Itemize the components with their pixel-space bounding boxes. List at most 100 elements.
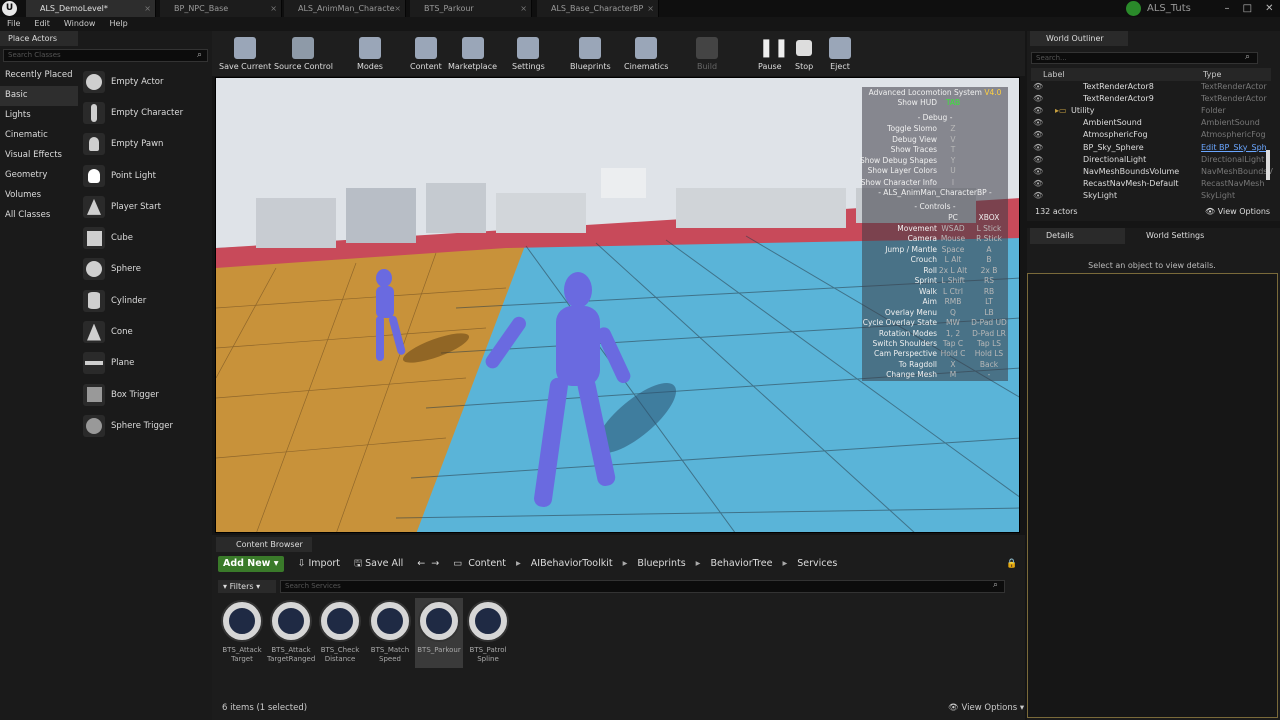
actor-cylinder[interactable]: Cylinder (80, 285, 210, 316)
actor-cube[interactable]: Cube (80, 222, 210, 253)
settings-button[interactable]: Settings (512, 37, 545, 71)
asset-tile[interactable]: BTS_Match Speed (366, 598, 414, 668)
asset-tile[interactable]: BTS_Parkour (415, 598, 463, 668)
category-geometry[interactable]: Geometry (0, 166, 78, 186)
menu-edit[interactable]: Edit (34, 17, 50, 31)
actor-player-start[interactable]: Player Start (80, 191, 210, 222)
tab-als-demolevel[interactable]: ALS_DemoLevel* × (26, 0, 156, 17)
close-icon[interactable]: × (270, 0, 277, 17)
tab-als-base-characterbp[interactable]: ALS_Base_CharacterBP × (537, 0, 659, 17)
close-icon[interactable]: × (394, 0, 401, 17)
category-volumes[interactable]: Volumes (0, 186, 78, 206)
modes-button[interactable]: Modes (357, 37, 383, 71)
visibility-eye-icon[interactable]: 👁 (1033, 81, 1043, 93)
breadcrumb-services[interactable]: Services (797, 558, 837, 569)
asset-tile[interactable]: BTS_Attack Target (218, 598, 266, 668)
outliner-row[interactable]: 👁 BP_Sky_Sphere Edit BP_Sky_Sph (1031, 142, 1271, 154)
category-lights[interactable]: Lights (0, 106, 78, 126)
forward-arrow-icon[interactable]: → (431, 558, 439, 569)
filters-button[interactable]: ▾ Filters ▾ (218, 580, 276, 593)
outliner-row-type[interactable]: Edit BP_Sky_Sph (1201, 142, 1267, 154)
visibility-eye-icon[interactable]: 👁 (1033, 93, 1043, 105)
outliner-col-type[interactable]: Type (1203, 68, 1221, 81)
tab-bp-npc-base[interactable]: BP_NPC_Base × (160, 0, 282, 17)
stop-button[interactable]: Stop (795, 37, 813, 71)
world-settings-tab[interactable]: World Settings (1130, 228, 1225, 244)
outliner-col-label[interactable]: Label (1043, 68, 1065, 81)
minimize-icon[interactable]: – (1225, 0, 1230, 17)
outliner-row[interactable]: 👁 SkyLight SkyLight (1031, 190, 1271, 202)
outliner-view-options-button[interactable]: 👁 View Options (1205, 207, 1270, 216)
outliner-row[interactable]: 👁 TextRenderActor8 TextRenderActor (1031, 81, 1271, 93)
import-button[interactable]: ⇩ Import (298, 558, 341, 569)
blueprints-button[interactable]: Blueprints (570, 37, 611, 71)
actor-sphere-trigger[interactable]: Sphere Trigger (80, 410, 210, 441)
outliner-row[interactable]: 👁 AmbientSound AmbientSound (1031, 117, 1271, 129)
cinematics-button[interactable]: Cinematics (624, 37, 668, 71)
asset-tile[interactable]: BTS_Attack TargetRanged (267, 598, 315, 668)
save-current-button[interactable]: Save Current (219, 37, 271, 71)
eject-button[interactable]: Eject (829, 37, 851, 71)
source-control-button[interactable]: Source Control (274, 37, 333, 71)
marketplace-button[interactable]: Marketplace (448, 37, 497, 71)
save-all-button[interactable]: 🖫 Save All (354, 556, 403, 572)
breadcrumb-aibehaviortoolkit[interactable]: AIBehaviorToolkit (531, 558, 613, 569)
world-outliner-tab[interactable]: World Outliner (1030, 31, 1128, 46)
build-button[interactable]: Build (696, 37, 718, 71)
content-browser-tab[interactable]: Content Browser (216, 537, 312, 552)
search-services-input[interactable]: Search Services (280, 580, 1005, 593)
outliner-row[interactable]: 👁 ▸▭ Utility Folder (1031, 105, 1271, 117)
close-window-icon[interactable]: ✕ (1265, 0, 1273, 17)
actor-empty-character[interactable]: Empty Character (80, 97, 210, 128)
actor-plane[interactable]: Plane (80, 348, 210, 379)
actor-box-trigger[interactable]: Box Trigger (80, 379, 210, 410)
category-basic[interactable]: Basic (0, 86, 78, 106)
tab-bts-parkour[interactable]: BTS_Parkour × (410, 0, 532, 17)
category-all-classes[interactable]: All Classes (0, 206, 78, 226)
visibility-eye-icon[interactable]: 👁 (1033, 190, 1043, 202)
outliner-row[interactable]: 👁 AtmosphericFog AtmosphericFog (1031, 129, 1271, 141)
outliner-search-input[interactable]: Search... (1031, 52, 1258, 64)
actor-cone[interactable]: Cone (80, 316, 210, 347)
content-button[interactable]: Content (410, 37, 442, 71)
visibility-eye-icon[interactable]: 👁 (1033, 105, 1043, 117)
visibility-eye-icon[interactable]: 👁 (1033, 142, 1043, 154)
menu-window[interactable]: Window (64, 17, 96, 31)
breadcrumb-blueprints[interactable]: Blueprints (637, 558, 685, 569)
details-tab[interactable]: Details (1030, 228, 1125, 244)
asset-tile[interactable]: BTS_Patrol Spline (464, 598, 512, 668)
breadcrumb-behaviortree[interactable]: BehaviorTree (710, 558, 772, 569)
unreal-logo-icon[interactable]: U (2, 1, 17, 16)
category-recently-placed[interactable]: Recently Placed (0, 66, 78, 86)
visibility-eye-icon[interactable]: 👁 (1033, 117, 1043, 129)
close-icon[interactable]: × (520, 0, 527, 17)
breadcrumb-content[interactable]: Content (468, 558, 506, 569)
content-view-options-button[interactable]: 👁 View Options ▾ (948, 703, 1024, 713)
actor-point-light[interactable]: Point Light (80, 160, 210, 191)
visibility-eye-icon[interactable]: 👁 (1033, 166, 1043, 178)
outliner-row[interactable]: 👁 RecastNavMesh-Default RecastNavMesh (1031, 178, 1271, 190)
search-classes-input[interactable]: Search Classes (3, 49, 208, 62)
place-actors-tab[interactable]: Place Actors (0, 31, 78, 46)
back-arrow-icon[interactable]: ← (417, 558, 425, 569)
close-icon[interactable]: × (647, 0, 654, 17)
outliner-row[interactable]: 👁 NavMeshBoundsVolume NavMeshBoundsV (1031, 166, 1273, 178)
actor-empty-actor[interactable]: Empty Actor (80, 66, 210, 97)
lock-icon[interactable]: 🔒 (1006, 559, 1017, 569)
visibility-eye-icon[interactable]: 👁 (1033, 178, 1043, 190)
actor-sphere[interactable]: Sphere (80, 254, 210, 285)
outliner-scrollbar[interactable] (1266, 150, 1270, 180)
outliner-row[interactable]: 👁 TextRenderActor9 TextRenderActor (1031, 93, 1271, 105)
close-icon[interactable]: × (144, 0, 151, 17)
outliner-row[interactable]: 👁 DirectionalLight DirectionalLight (1031, 154, 1271, 166)
add-new-button[interactable]: Add New ▾ (218, 555, 284, 572)
maximize-icon[interactable]: □ (1243, 0, 1252, 17)
tab-als-animman[interactable]: ALS_AnimMan_Characte × (284, 0, 406, 17)
actor-empty-pawn[interactable]: Empty Pawn (80, 129, 210, 160)
category-visual-effects[interactable]: Visual Effects (0, 146, 78, 166)
visibility-eye-icon[interactable]: 👁 (1033, 129, 1043, 141)
menu-file[interactable]: File (7, 17, 20, 31)
visibility-eye-icon[interactable]: 👁 (1033, 154, 1043, 166)
pause-button[interactable]: ❚❚ Pause (758, 37, 789, 71)
menu-help[interactable]: Help (109, 17, 127, 31)
